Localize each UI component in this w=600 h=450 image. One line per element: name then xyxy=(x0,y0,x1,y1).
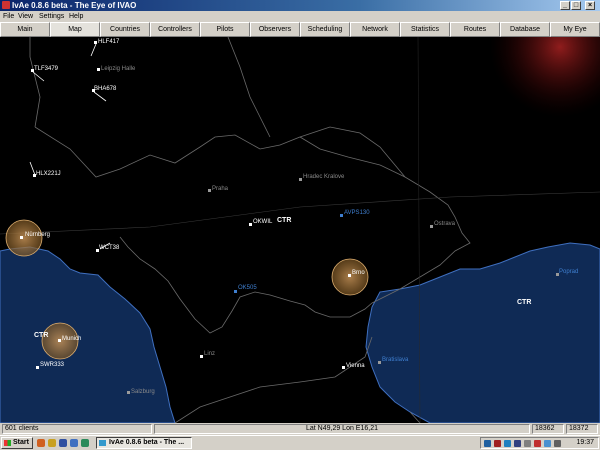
firefox-icon[interactable] xyxy=(37,439,45,447)
aircraft-marker-selected[interactable] xyxy=(234,290,237,293)
tray-icon[interactable] xyxy=(554,440,561,447)
folder-icon[interactable] xyxy=(48,439,56,447)
ctr-label-munich[interactable]: CTR xyxy=(34,332,48,339)
minimize-button[interactable]: _ xyxy=(560,1,570,10)
aircraft-marker-selected[interactable] xyxy=(340,214,343,217)
tab-network[interactable]: Network xyxy=(350,22,400,37)
menu-file[interactable]: File xyxy=(3,11,14,22)
status-clients: 601 clients xyxy=(2,424,152,434)
aircraft-marker[interactable] xyxy=(249,223,252,226)
window-title: IvAe 0.8.6 beta - The Eye of IVAO xyxy=(12,1,137,10)
airport-label: Leipzig Halle xyxy=(101,66,136,72)
windows-logo-icon xyxy=(4,440,11,446)
menu-help[interactable]: Help xyxy=(69,11,83,22)
menu-settings[interactable]: Settings xyxy=(39,11,64,22)
airport-marker[interactable] xyxy=(430,225,433,228)
sector-germany xyxy=(0,246,176,423)
tab-database[interactable]: Database xyxy=(500,22,550,37)
tab-strip: Main Map Countries Controllers Pilots Ob… xyxy=(0,22,600,37)
airport-marker[interactable] xyxy=(200,355,203,358)
tab-pilots[interactable]: Pilots xyxy=(200,22,250,37)
tab-main[interactable]: Main xyxy=(0,22,50,37)
app-icon xyxy=(2,1,10,9)
airport-marker[interactable] xyxy=(127,391,130,394)
taskbar-item-label: IvAe 0.8.6 beta - The ... xyxy=(109,439,185,446)
aircraft-label[interactable]: HLX221J xyxy=(36,171,61,178)
start-button[interactable]: Start xyxy=(1,437,33,449)
atc-circle-brno[interactable] xyxy=(331,258,369,296)
volume-icon[interactable] xyxy=(524,440,531,447)
tab-scheduling[interactable]: Scheduling xyxy=(300,22,350,37)
tab-routes[interactable]: Routes xyxy=(450,22,500,37)
aircraft-label[interactable]: HLF417 xyxy=(98,39,119,46)
taskbar-item-ivae[interactable]: IvAe 0.8.6 beta - The ... xyxy=(96,437,192,449)
aircraft-label[interactable]: WCT38 xyxy=(99,245,119,252)
weather-glow xyxy=(490,37,600,117)
airport-marker[interactable] xyxy=(58,339,61,342)
airport-label: Munich xyxy=(62,336,82,342)
aircraft-label[interactable]: OK505 xyxy=(238,285,257,292)
close-button[interactable]: × xyxy=(585,1,595,10)
tray-icon[interactable] xyxy=(514,440,521,447)
airport-marker[interactable] xyxy=(208,189,211,192)
aircraft-label[interactable]: OKWIL xyxy=(253,219,272,226)
tab-observers[interactable]: Observers xyxy=(250,22,300,37)
aircraft-label[interactable]: SWR333 xyxy=(40,362,64,369)
clock[interactable]: 19:37 xyxy=(576,438,594,448)
airport-marker[interactable] xyxy=(378,361,381,364)
tab-countries[interactable]: Countries xyxy=(100,22,150,37)
desktop-icon[interactable] xyxy=(70,439,78,447)
airport-marker[interactable] xyxy=(348,274,351,277)
tab-my-eye[interactable]: My Eye xyxy=(550,22,600,37)
airport-label: Ostrava xyxy=(434,221,456,227)
aircraft-label[interactable]: TLF3479 xyxy=(34,66,58,73)
airport-label: Praha xyxy=(212,186,229,192)
tray-icon[interactable] xyxy=(484,440,491,447)
airport-label: Hradec Kralove xyxy=(303,174,345,180)
save-icon[interactable] xyxy=(59,439,67,447)
network-icon[interactable] xyxy=(544,440,551,447)
menu-bar: File View Settings Help xyxy=(0,11,600,22)
taskbar: Start IvAe 0.8.6 beta - The ... 19:37 xyxy=(0,435,600,450)
airport-label: Nürnberg xyxy=(25,232,51,238)
airport-label: Bratislava xyxy=(382,357,409,363)
status-cell-2: 18372 xyxy=(566,424,598,434)
airport-marker[interactable] xyxy=(97,68,100,71)
tab-map[interactable]: Map xyxy=(50,22,100,37)
ctr-label-prague[interactable]: CTR xyxy=(277,217,291,224)
ivae-icon xyxy=(99,440,106,446)
airport-label: Brno xyxy=(352,270,365,276)
ctr-label-slovakia[interactable]: CTR xyxy=(517,299,531,306)
airport-label: Vienna xyxy=(346,363,365,369)
tray-icon[interactable] xyxy=(494,440,501,447)
tab-controllers[interactable]: Controllers xyxy=(150,22,200,37)
map-canvas[interactable]: HLF417 TLF3479 Leipzig Halle BHA678 HLX2… xyxy=(0,37,600,423)
aircraft-tracks xyxy=(29,43,111,250)
airport-label: Linz xyxy=(204,351,216,357)
aircraft-label[interactable]: AVPS130 xyxy=(344,210,370,217)
airport-marker[interactable] xyxy=(299,178,302,181)
system-tray: 19:37 xyxy=(480,437,599,449)
airport-label: Salzburg xyxy=(131,389,155,395)
aircraft-marker[interactable] xyxy=(36,366,39,369)
status-position: Lat N49,29 Lon E16,21 xyxy=(154,424,530,434)
maximize-button[interactable]: □ xyxy=(571,1,581,10)
airport-label: Poprad xyxy=(559,269,579,275)
aircraft-marker[interactable] xyxy=(94,41,97,44)
airport-marker[interactable] xyxy=(20,236,23,239)
airport-marker[interactable] xyxy=(342,366,345,369)
app-icon[interactable] xyxy=(81,439,89,447)
start-label: Start xyxy=(13,439,29,446)
aircraft-label[interactable]: BHA678 xyxy=(94,86,116,93)
map-drawing xyxy=(0,37,600,423)
status-cell-1: 18362 xyxy=(532,424,564,434)
title-bar: IvAe 0.8.6 beta - The Eye of IVAO _ □ × xyxy=(0,0,600,11)
tray-icon[interactable] xyxy=(534,440,541,447)
menu-view[interactable]: View xyxy=(18,11,33,22)
tray-icon[interactable] xyxy=(504,440,511,447)
tab-statistics[interactable]: Statistics xyxy=(400,22,450,37)
status-bar: 601 clients Lat N49,29 Lon E16,21 18362 … xyxy=(0,423,600,435)
